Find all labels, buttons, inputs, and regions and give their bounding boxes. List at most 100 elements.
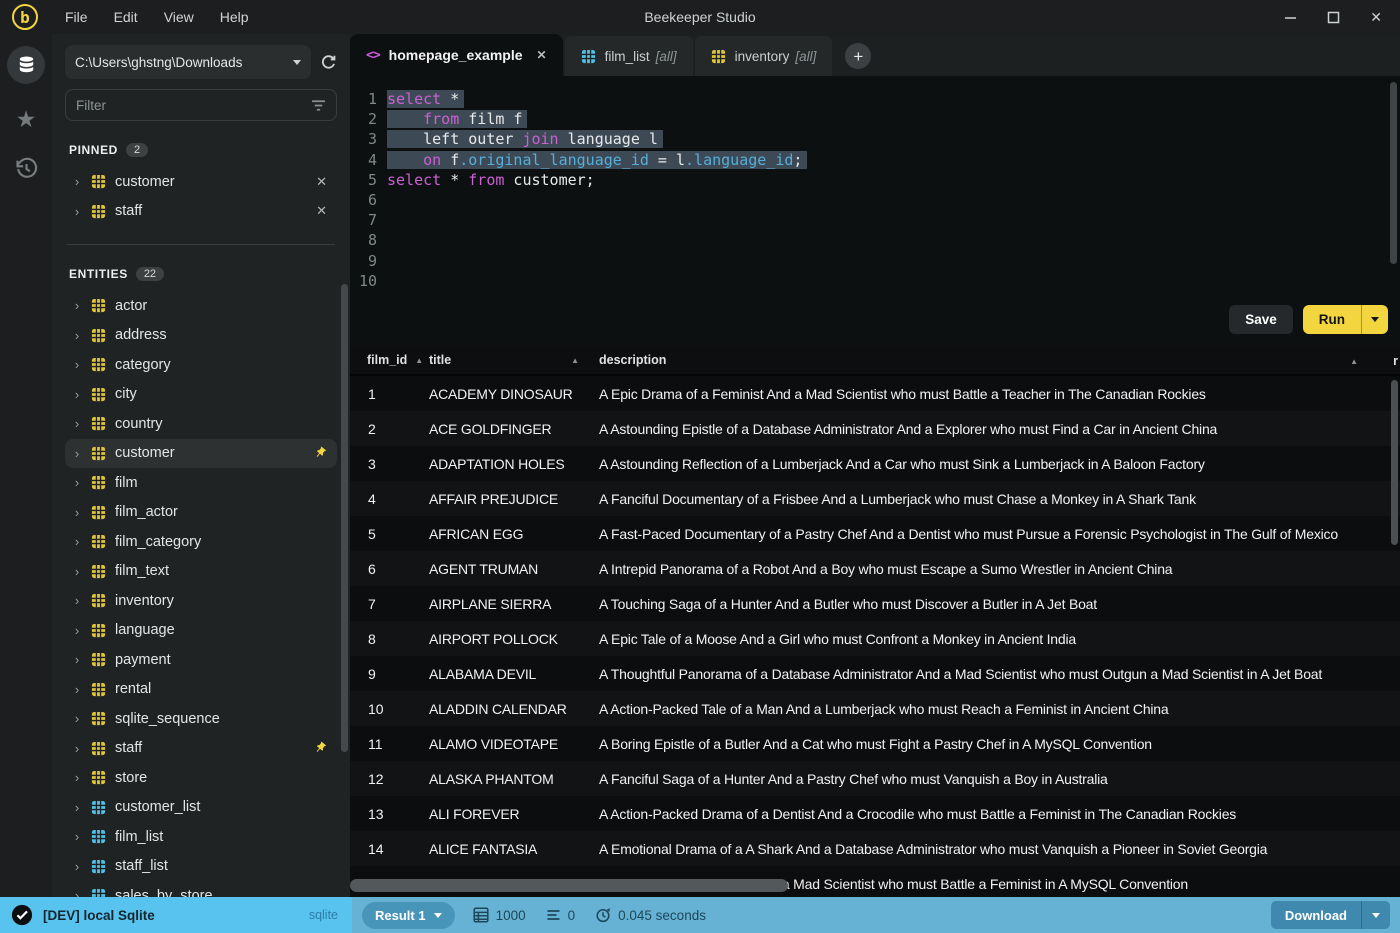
chevron-right-icon[interactable]: › <box>69 682 85 697</box>
entity-item[interactable]: › customer <box>65 438 337 468</box>
cell-title[interactable]: ADAPTATION HOLES <box>429 456 599 472</box>
pin-icon[interactable] <box>313 741 327 755</box>
pin-icon[interactable] <box>313 446 327 460</box>
chevron-right-icon[interactable]: › <box>69 652 85 667</box>
table-row[interactable]: 12 ALASKA PHANTOM A Fanciful Saga of a H… <box>350 761 1400 796</box>
entity-item[interactable]: › country <box>65 409 337 439</box>
cell-description[interactable]: A Touching Saga of a Hunter And a Butler… <box>599 596 1400 612</box>
maximize-icon[interactable] <box>1327 11 1340 24</box>
column-header-description[interactable]: description <box>599 353 1400 367</box>
table-row[interactable]: 8 AIRPORT POLLOCK A Epic Tale of a Moose… <box>350 621 1400 656</box>
tab-homepage-example[interactable]: <> homepage_example ✕ <box>350 34 563 76</box>
run-options-caret[interactable] <box>1362 317 1388 322</box>
cell-film-id[interactable]: 10 <box>350 701 429 717</box>
menu-help[interactable]: Help <box>207 0 262 34</box>
connection-select[interactable]: C:\Users\ghstng\Downloads <box>65 45 311 79</box>
chevron-right-icon[interactable]: › <box>69 800 85 815</box>
cell-description[interactable]: A Emotional Drama of a A Shark And a Dat… <box>599 841 1400 857</box>
cell-title[interactable]: ALAMO VIDEOTAPE <box>429 736 599 752</box>
chevron-right-icon[interactable]: › <box>69 475 85 490</box>
cell-description[interactable]: A Intrepid Panorama of a Robot And a Boy… <box>599 561 1400 577</box>
table-row[interactable]: 2 ACE GOLDFINGER A Astounding Epistle of… <box>350 411 1400 446</box>
menu-view[interactable]: View <box>151 0 207 34</box>
close-window-icon[interactable]: ✕ <box>1370 9 1382 26</box>
chevron-right-icon[interactable]: › <box>69 534 85 549</box>
cell-description[interactable]: A Boring Epistle of a Butler And a Cat w… <box>599 736 1400 752</box>
history-icon[interactable] <box>13 155 40 182</box>
database-icon[interactable] <box>7 46 45 84</box>
chevron-right-icon[interactable]: › <box>69 298 85 313</box>
cell-film-id[interactable]: 3 <box>350 456 429 472</box>
chevron-right-icon[interactable]: › <box>69 174 85 189</box>
chevron-right-icon[interactable]: › <box>69 204 85 219</box>
unpin-close-icon[interactable]: ✕ <box>316 203 327 219</box>
run-button[interactable]: Run <box>1302 305 1388 334</box>
cell-description[interactable]: A Epic Drama of a Feminist And a Mad Sci… <box>599 386 1400 402</box>
horizontal-scrollbar[interactable] <box>350 879 788 892</box>
chevron-right-icon[interactable]: › <box>69 711 85 726</box>
cell-title[interactable]: AIRPORT POLLOCK <box>429 631 599 647</box>
entity-item[interactable]: › staff_list <box>65 852 337 882</box>
chevron-right-icon[interactable]: › <box>69 387 85 402</box>
entity-item[interactable]: › sqlite_sequence <box>65 704 337 734</box>
entity-item[interactable]: › sales_by_store <box>65 881 337 897</box>
cell-film-id[interactable]: 5 <box>350 526 429 542</box>
tab-film-list[interactable]: film_list [all] <box>564 36 693 76</box>
download-button[interactable]: Download <box>1270 901 1390 929</box>
table-row[interactable]: 6 AGENT TRUMAN A Intrepid Panorama of a … <box>350 551 1400 586</box>
chevron-right-icon[interactable]: › <box>69 446 85 461</box>
chevron-right-icon[interactable]: › <box>69 564 85 579</box>
vertical-scrollbar[interactable] <box>1391 380 1398 545</box>
entity-item[interactable]: › actor <box>65 291 337 321</box>
result-selector-button[interactable]: Result 1 <box>362 901 455 929</box>
entity-item[interactable]: › address <box>65 321 337 351</box>
menu-file[interactable]: File <box>52 0 101 34</box>
cell-film-id[interactable]: 2 <box>350 421 429 437</box>
entity-item[interactable]: › staff <box>65 734 337 764</box>
entity-item[interactable]: › film_list <box>65 822 337 852</box>
entity-item[interactable]: › film_actor <box>65 498 337 528</box>
sidebar-scrollbar[interactable] <box>341 284 348 752</box>
entity-item[interactable]: › customer_list <box>65 793 337 823</box>
minimize-icon[interactable] <box>1284 11 1297 24</box>
cell-title[interactable]: ALASKA PHANTOM <box>429 771 599 787</box>
cell-description[interactable]: A Action-Packed Tale of a Man And a Lumb… <box>599 701 1400 717</box>
entity-item[interactable]: › inventory <box>65 586 337 616</box>
chevron-right-icon[interactable]: › <box>69 741 85 756</box>
table-row[interactable]: 11 ALAMO VIDEOTAPE A Boring Epistle of a… <box>350 726 1400 761</box>
cell-film-id[interactable]: 6 <box>350 561 429 577</box>
cell-film-id[interactable]: 11 <box>350 736 429 752</box>
chevron-right-icon[interactable]: › <box>69 357 85 372</box>
chevron-right-icon[interactable]: › <box>69 505 85 520</box>
chevron-right-icon[interactable]: › <box>69 770 85 785</box>
pinned-item[interactable]: › staff ✕ <box>65 197 337 227</box>
cell-title[interactable]: AGENT TRUMAN <box>429 561 599 577</box>
cell-title[interactable]: ACADEMY DINOSAUR <box>429 386 599 402</box>
cell-title[interactable]: AFFAIR PREJUDICE <box>429 491 599 507</box>
chevron-right-icon[interactable]: › <box>69 829 85 844</box>
cell-film-id[interactable]: 13 <box>350 806 429 822</box>
entity-item[interactable]: › payment <box>65 645 337 675</box>
tab-inventory[interactable]: inventory [all] <box>694 36 833 76</box>
unpin-close-icon[interactable]: ✕ <box>316 174 327 190</box>
sort-asc-icon[interactable]: ▲ <box>1350 357 1358 366</box>
column-header-title[interactable]: title ▲ <box>429 353 599 367</box>
entity-item[interactable]: › film <box>65 468 337 498</box>
chevron-right-icon[interactable]: › <box>69 859 85 874</box>
cell-description[interactable]: A Astounding Epistle of a Database Admin… <box>599 421 1400 437</box>
chevron-right-icon[interactable]: › <box>69 593 85 608</box>
favorites-star-icon[interactable]: ★ <box>16 108 37 131</box>
editor-scrollbar[interactable] <box>1390 82 1397 264</box>
entity-item[interactable]: › language <box>65 616 337 646</box>
cell-title[interactable]: ALADDIN CALENDAR <box>429 701 599 717</box>
chevron-right-icon[interactable]: › <box>69 328 85 343</box>
entity-item[interactable]: › rental <box>65 675 337 705</box>
filter-icon[interactable] <box>311 99 326 112</box>
cell-title[interactable]: ALABAMA DEVIL <box>429 666 599 682</box>
chevron-right-icon[interactable]: › <box>69 416 85 431</box>
table-row[interactable]: 7 AIRPLANE SIERRA A Touching Saga of a H… <box>350 586 1400 621</box>
cell-description[interactable]: A Astounding Reflection of a Lumberjack … <box>599 456 1400 472</box>
download-options-caret[interactable] <box>1362 912 1390 918</box>
column-header-film-id[interactable]: film_id ▲ <box>350 353 429 367</box>
cell-film-id[interactable]: 7 <box>350 596 429 612</box>
